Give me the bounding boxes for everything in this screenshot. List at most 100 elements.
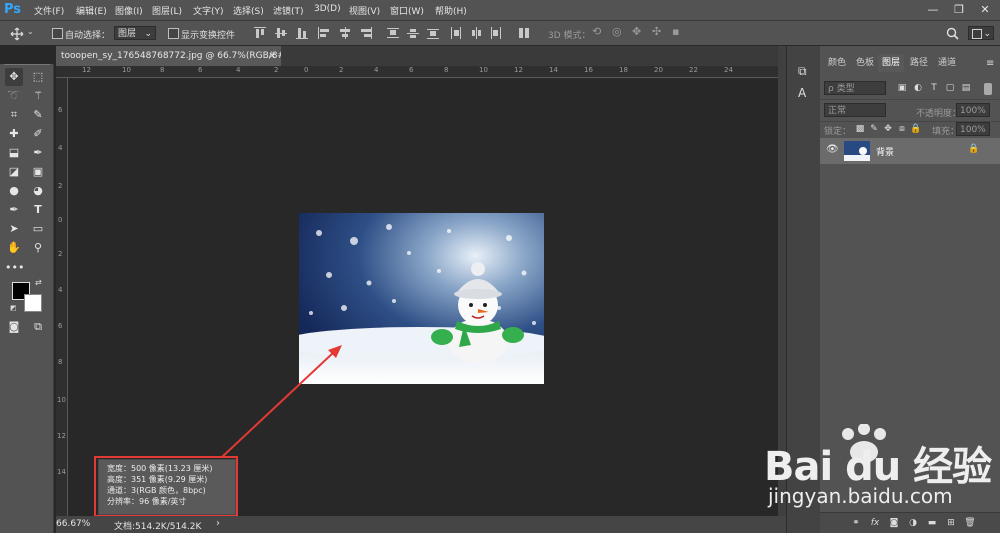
fill-input[interactable]: 100%: [956, 122, 990, 136]
3d-scale-icon[interactable]: ▪: [672, 25, 679, 38]
3d-orbit-icon[interactable]: ⟲: [592, 25, 601, 38]
menu-3d[interactable]: 3D(D): [314, 4, 341, 14]
swap-colors-icon[interactable]: ⇄: [35, 278, 42, 287]
layer-name[interactable]: 背景: [876, 145, 894, 158]
screen-mode-icon[interactable]: ⧉: [29, 318, 47, 336]
zoom-tool-icon[interactable]: ⚲: [29, 239, 47, 257]
eraser-tool-icon[interactable]: ◪: [5, 163, 23, 181]
menu-image[interactable]: 图像(I): [115, 4, 143, 17]
menu-edit[interactable]: 编辑(E): [76, 4, 107, 17]
filter-shape-icon[interactable]: ▢: [944, 82, 956, 94]
pen-tool-icon[interactable]: ✒: [5, 201, 23, 219]
tab-swatches[interactable]: 色板: [851, 54, 879, 72]
lock-artboard-icon[interactable]: ⧈: [896, 123, 908, 135]
align-right-icon[interactable]: [360, 27, 372, 39]
menu-select[interactable]: 选择(S): [233, 4, 264, 17]
align-top-icon[interactable]: [254, 27, 266, 39]
ruler-label: 8: [58, 358, 63, 366]
distribute-top-icon[interactable]: [387, 27, 399, 39]
healing-brush-tool-icon[interactable]: ✚: [5, 125, 23, 143]
3d-roll-icon[interactable]: ◎: [612, 25, 622, 38]
ruler-label: 10: [57, 396, 66, 404]
filter-adjustment-icon[interactable]: ◐: [912, 82, 924, 94]
zoom-level[interactable]: 66.67%: [56, 519, 90, 529]
status-menu-arrow[interactable]: ›: [216, 518, 220, 529]
crop-tool-icon[interactable]: ⌗: [5, 106, 23, 124]
lock-transparent-icon[interactable]: ▩: [854, 123, 866, 135]
filter-smart-object-icon[interactable]: ▤: [960, 82, 972, 94]
align-left-icon[interactable]: [318, 27, 330, 39]
move-tool-icon[interactable]: [10, 27, 24, 41]
auto-align-icon[interactable]: [518, 27, 530, 39]
dodge-tool-icon[interactable]: ◕: [29, 182, 47, 200]
auto-select-checkbox[interactable]: [52, 28, 63, 39]
path-selection-tool-icon[interactable]: ➤: [5, 220, 23, 238]
gradient-tool-icon[interactable]: ▣: [29, 163, 47, 181]
restore-button[interactable]: ❐: [948, 2, 970, 18]
default-colors-icon[interactable]: ◩: [10, 304, 17, 312]
brush-tool-icon[interactable]: ✐: [29, 125, 47, 143]
lasso-tool-icon[interactable]: ➰: [5, 87, 23, 105]
search-icon[interactable]: [946, 27, 959, 40]
chevron-down-icon[interactable]: ⌄: [27, 27, 34, 36]
align-hcenter-icon[interactable]: [339, 27, 351, 39]
menu-type[interactable]: 文字(Y): [193, 4, 224, 17]
lock-all-icon[interactable]: 🔒: [910, 123, 922, 135]
character-panel-icon[interactable]: A: [798, 86, 806, 100]
show-transform-checkbox[interactable]: [168, 28, 179, 39]
3d-slide-icon[interactable]: ✣: [652, 25, 661, 38]
horizontal-ruler[interactable]: 12 10 8 6 4 2 0 2 4 6 8 10 12 14 16 18 2…: [56, 66, 778, 78]
magic-wand-tool-icon[interactable]: ⚚: [29, 87, 47, 105]
vertical-ruler[interactable]: 6 4 2 0 2 4 6 8 10 12 14: [56, 78, 68, 516]
menu-help[interactable]: 帮助(H): [435, 4, 467, 17]
rectangle-tool-icon[interactable]: ▭: [29, 220, 47, 238]
close-tab-icon[interactable]: ×: [268, 46, 276, 66]
menu-view[interactable]: 视图(V): [349, 4, 380, 17]
minimize-button[interactable]: —: [922, 2, 944, 18]
blend-mode-dropdown[interactable]: 正常: [824, 103, 886, 117]
history-brush-tool-icon[interactable]: ✒: [29, 144, 47, 162]
distribute-bottom-icon[interactable]: [427, 27, 439, 39]
more-tools-icon[interactable]: •••: [5, 259, 24, 277]
layer-row-background[interactable]: 👁 背景 🔒: [820, 138, 1000, 164]
lock-pixels-icon[interactable]: ✎: [868, 123, 880, 135]
document-canvas-image[interactable]: [299, 213, 544, 384]
align-vcenter-icon[interactable]: [275, 27, 287, 39]
tab-paths[interactable]: 路径: [906, 54, 932, 72]
tab-channels[interactable]: 通道: [934, 54, 960, 72]
close-button[interactable]: ✕: [974, 2, 996, 18]
menu-file[interactable]: 文件(F): [34, 4, 64, 17]
distribute-hcenter-icon[interactable]: [470, 27, 482, 39]
document-tab[interactable]: tooopen_sy_176548768772.jpg @ 66.7%(RGB/…: [56, 46, 281, 66]
auto-select-dropdown[interactable]: 图层 ⌄: [114, 26, 156, 40]
distribute-right-icon[interactable]: [490, 27, 502, 39]
tab-layers[interactable]: 图层: [878, 54, 904, 72]
move-tool-icon[interactable]: ✥: [5, 68, 23, 86]
marquee-tool-icon[interactable]: ⬚: [29, 68, 47, 86]
quick-mask-icon[interactable]: ◙: [5, 318, 23, 336]
type-tool-icon[interactable]: T: [29, 201, 47, 219]
align-bottom-icon[interactable]: [296, 27, 308, 39]
clone-stamp-tool-icon[interactable]: ⬓: [5, 144, 23, 162]
history-panel-icon[interactable]: ⧉: [798, 64, 807, 79]
eyedropper-tool-icon[interactable]: ✎: [29, 106, 47, 124]
menu-window[interactable]: 窗口(W): [390, 4, 424, 17]
menu-filter[interactable]: 滤镜(T): [273, 4, 304, 17]
3d-pan-icon[interactable]: ✥: [632, 25, 641, 38]
hand-tool-icon[interactable]: ✋: [5, 239, 23, 257]
filter-pixel-icon[interactable]: ▣: [896, 82, 908, 94]
visibility-eye-icon[interactable]: 👁: [826, 144, 839, 155]
filter-type-icon[interactable]: T: [928, 82, 940, 94]
panel-menu-icon[interactable]: ≡: [986, 58, 994, 69]
layer-filter-dropdown[interactable]: ρ 类型: [824, 81, 886, 95]
background-color-swatch[interactable]: [24, 294, 42, 312]
distribute-vcenter-icon[interactable]: [407, 27, 419, 39]
filter-toggle[interactable]: [984, 83, 992, 95]
lock-position-icon[interactable]: ✥: [882, 123, 894, 135]
workspace-dropdown[interactable]: ⌄: [968, 26, 994, 40]
opacity-input[interactable]: 100%: [956, 103, 990, 117]
distribute-left-icon[interactable]: [450, 27, 462, 39]
blur-tool-icon[interactable]: ●: [5, 182, 23, 200]
menu-layer[interactable]: 图层(L): [152, 4, 182, 17]
tab-color[interactable]: 颜色: [824, 54, 850, 72]
